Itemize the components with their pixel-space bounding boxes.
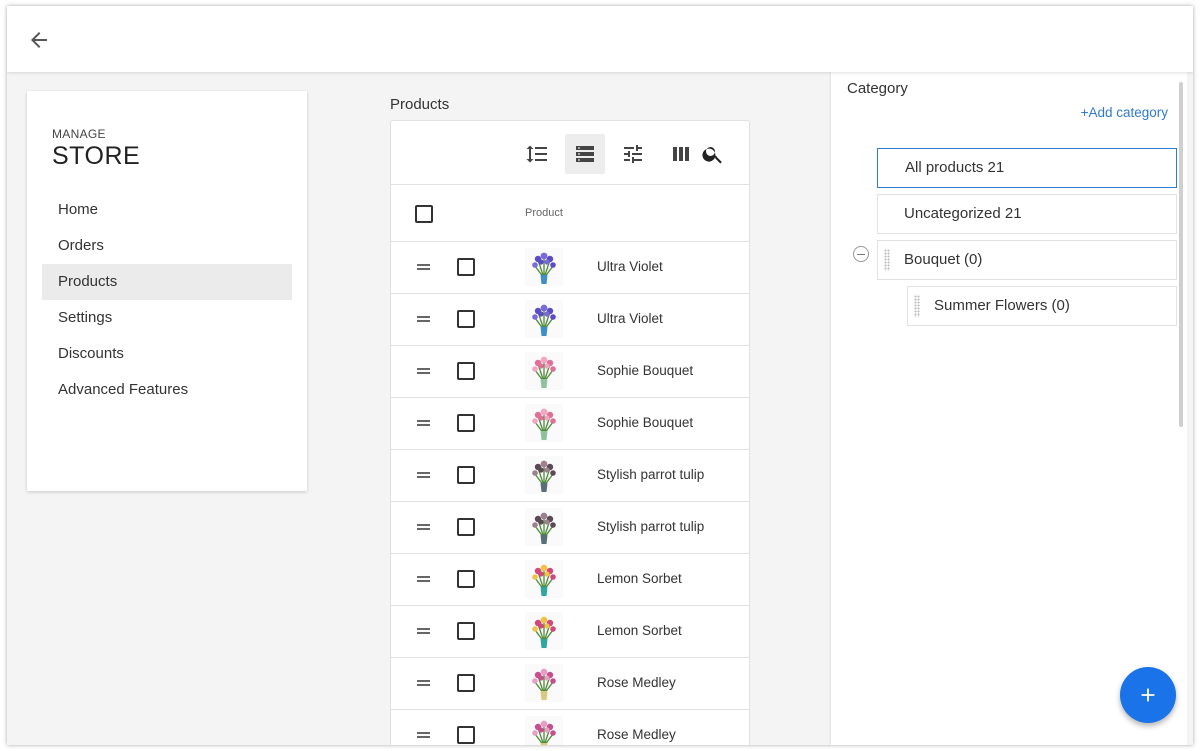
product-name[interactable]: Stylish parrot tulip <box>597 467 704 482</box>
drag-handle-icon[interactable] <box>417 366 430 374</box>
product-name[interactable]: Sophie Bouquet <box>597 415 693 430</box>
table-row[interactable]: Lemon Sorbet <box>391 554 749 606</box>
row-checkbox[interactable] <box>457 362 475 380</box>
drag-handle-icon[interactable] <box>417 626 430 634</box>
table-row[interactable]: Sophie Bouquet <box>391 346 749 398</box>
product-thumbnail[interactable] <box>525 456 563 494</box>
product-thumbnail[interactable] <box>525 612 563 650</box>
tune-icon[interactable] <box>613 134 653 174</box>
product-name[interactable]: Stylish parrot tulip <box>597 519 704 534</box>
nav-manage-label: MANAGE <box>52 127 106 141</box>
product-thumbnail[interactable] <box>525 508 563 546</box>
drag-handle-icon[interactable] <box>417 522 430 530</box>
row-checkbox[interactable] <box>457 258 475 276</box>
table-row[interactable]: Rose Medley <box>391 658 749 710</box>
table-row[interactable]: Stylish parrot tulip <box>391 450 749 502</box>
search-icon[interactable] <box>693 134 733 174</box>
row-checkbox[interactable] <box>457 466 475 484</box>
add-fab-button[interactable] <box>1120 667 1176 723</box>
product-thumbnail[interactable] <box>525 352 563 390</box>
drag-handle-icon[interactable] <box>417 262 430 270</box>
category-item-summer-flowers[interactable]: Summer Flowers (0) <box>907 286 1177 326</box>
nav-item-discounts[interactable]: Discounts <box>42 336 292 372</box>
collapse-icon[interactable] <box>853 246 869 262</box>
row-checkbox[interactable] <box>457 622 475 640</box>
product-rows: Ultra Violet Ultra Violet Sophie Bouquet So… <box>391 242 749 745</box>
row-checkbox[interactable] <box>457 726 475 744</box>
product-thumbnail[interactable] <box>525 404 563 442</box>
drag-handle-icon[interactable] <box>417 314 430 322</box>
products-table: Product Ultra Violet Ultra Violet Sophie B… <box>390 120 750 745</box>
category-item-all-products[interactable]: All products 21 <box>877 148 1177 188</box>
nav-item-products[interactable]: Products <box>42 264 292 300</box>
add-category-link[interactable]: +Add category <box>1081 105 1168 120</box>
table-toolbar <box>391 121 749 185</box>
drag-handle-icon[interactable] <box>417 730 430 738</box>
table-row[interactable]: Sophie Bouquet <box>391 398 749 450</box>
table-row[interactable]: Lemon Sorbet <box>391 606 749 658</box>
category-label: Summer Flowers (0) <box>934 297 1070 314</box>
nav-list: Home Orders Products Settings Discounts … <box>42 192 292 408</box>
row-checkbox[interactable] <box>457 570 475 588</box>
top-bar <box>7 6 1193 72</box>
drag-handle-icon[interactable] <box>417 470 430 478</box>
category-panel: Category +Add category All products 21 U… <box>831 72 1187 745</box>
product-thumbnail[interactable] <box>525 664 563 702</box>
drag-handle-icon[interactable] <box>914 295 920 317</box>
store-nav-card: MANAGE STORE Home Orders Products Settin… <box>27 91 307 491</box>
category-scrollbar[interactable] <box>1179 82 1183 427</box>
row-checkbox[interactable] <box>457 310 475 328</box>
list-view-icon[interactable] <box>565 134 605 174</box>
table-header-row: Product <box>391 185 749 242</box>
table-row[interactable]: Ultra Violet <box>391 242 749 294</box>
product-name[interactable]: Lemon Sorbet <box>597 571 682 586</box>
product-name[interactable]: Sophie Bouquet <box>597 363 693 378</box>
row-checkbox[interactable] <box>457 414 475 432</box>
drag-handle-icon[interactable] <box>884 249 890 271</box>
nav-item-home[interactable]: Home <box>42 192 292 228</box>
column-header-product[interactable]: Product <box>525 207 563 219</box>
category-item-bouquet[interactable]: Bouquet (0) <box>877 240 1177 280</box>
app-frame: MANAGE STORE Home Orders Products Settin… <box>7 6 1193 745</box>
drag-handle-icon[interactable] <box>417 418 430 426</box>
arrow-left-icon[interactable] <box>27 28 51 52</box>
product-name[interactable]: Lemon Sorbet <box>597 623 682 638</box>
nav-store-label: STORE <box>52 142 141 170</box>
product-thumbnail[interactable] <box>525 300 563 338</box>
category-item-uncategorized[interactable]: Uncategorized 21 <box>877 194 1177 234</box>
product-thumbnail[interactable] <box>525 248 563 286</box>
nav-item-orders[interactable]: Orders <box>42 228 292 264</box>
product-thumbnail[interactable] <box>525 560 563 598</box>
row-checkbox[interactable] <box>457 674 475 692</box>
select-all-checkbox[interactable] <box>415 205 433 223</box>
nav-item-settings[interactable]: Settings <box>42 300 292 336</box>
line-spacing-icon[interactable] <box>517 134 557 174</box>
product-name[interactable]: Ultra Violet <box>597 311 663 326</box>
table-row[interactable]: Rose Medley <box>391 710 749 745</box>
product-name[interactable]: Ultra Violet <box>597 259 663 274</box>
category-label: Bouquet (0) <box>904 251 983 268</box>
product-thumbnail[interactable] <box>525 716 563 745</box>
drag-handle-icon[interactable] <box>417 574 430 582</box>
table-row[interactable]: Ultra Violet <box>391 294 749 346</box>
plus-icon <box>1141 688 1155 702</box>
category-title: Category <box>847 80 908 97</box>
products-title: Products <box>390 96 450 113</box>
product-name[interactable]: Rose Medley <box>597 727 676 742</box>
nav-item-advanced-features[interactable]: Advanced Features <box>42 372 292 408</box>
table-row[interactable]: Stylish parrot tulip <box>391 502 749 554</box>
drag-handle-icon[interactable] <box>417 678 430 686</box>
product-name[interactable]: Rose Medley <box>597 675 676 690</box>
row-checkbox[interactable] <box>457 518 475 536</box>
